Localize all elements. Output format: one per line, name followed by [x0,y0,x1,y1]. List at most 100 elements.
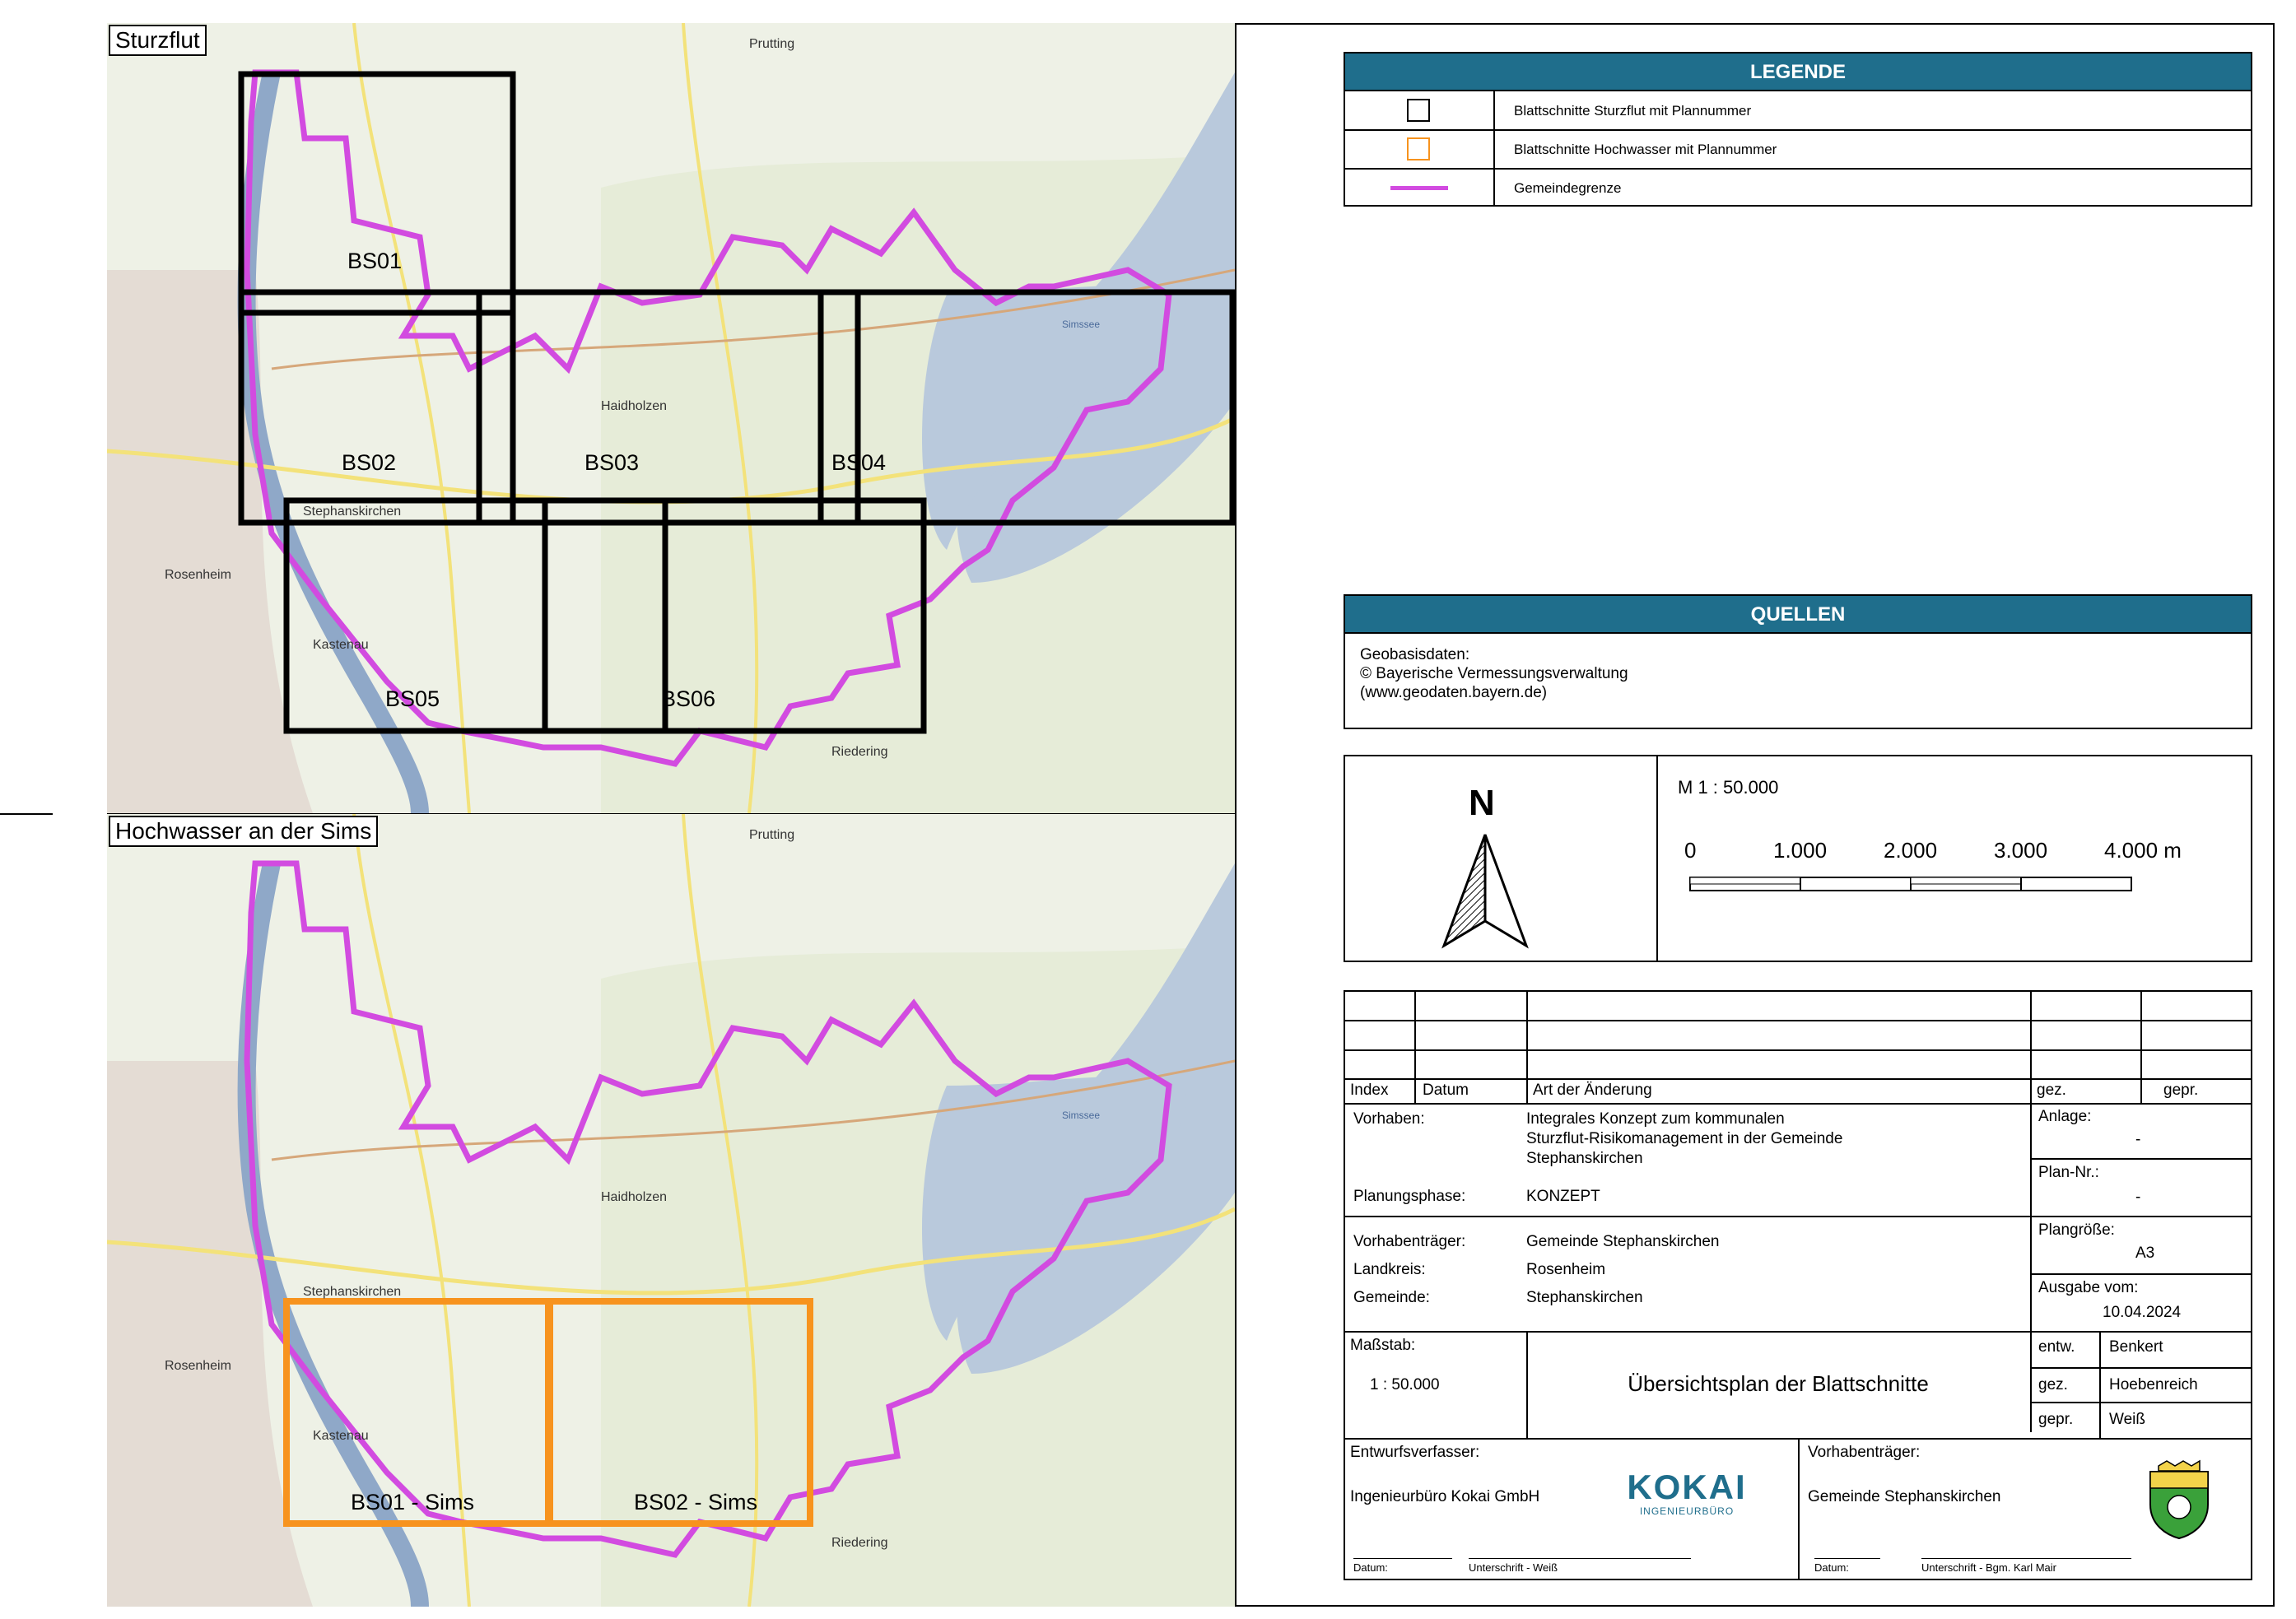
gepr-value: Weiß [2109,1411,2145,1428]
legend-title: LEGENDE [1345,54,2251,91]
scale-tick-label: 4.000 m [2104,838,2182,863]
left-margin-mark [0,813,53,815]
place-label: Prutting [749,828,794,842]
ausgabe-label: Ausgabe vom: [2038,1279,2139,1296]
landkreis-value: Rosenheim [1526,1261,1606,1278]
sources-box: QUELLEN Geobasisdaten: © Bayerische Verm… [1344,594,2252,729]
rev-header-index: Index [1350,1082,1389,1099]
place-label: Prutting [749,37,794,51]
scale-tick-label: 3.000 [1994,838,2048,863]
massstab-value: 1 : 50.000 [1370,1376,1440,1393]
scale-tick-label: 0 [1684,838,1697,863]
gemeinde-label: Gemeinde: [1353,1289,1430,1306]
place-label: Kastenau [313,1429,369,1443]
kokai-logo: KOKAI INGENIEURBÜRO [1617,1468,1757,1518]
place-label: Rosenheim [165,1359,231,1373]
sheet-label-bs02-sims: BS02 - Sims [634,1490,757,1514]
sources-title: QUELLEN [1345,596,2251,634]
scale-tick-label: 2.000 [1884,838,1938,863]
rev-header-gepr: gepr. [2163,1082,2199,1099]
anlage-value: - [2135,1131,2141,1148]
vorhaben-label: Vorhaben: [1353,1110,1425,1128]
sheet-label-bs04: BS04 [831,450,886,475]
sheet-divider [1235,23,1236,1607]
place-label: Simssee [1062,1110,1100,1121]
gemeinde-value: Stephanskirchen [1526,1289,1643,1306]
massstab-label: Maßstab: [1350,1337,1416,1354]
planungsphase-label: Planungsphase: [1353,1188,1466,1205]
sig1-sign-label: Unterschrift - Weiß [1469,1561,1558,1574]
place-label: Haidholzen [601,399,667,413]
plangroesse-label: Plangröße: [2038,1221,2115,1239]
signature-line [1814,1558,1880,1559]
map-title-hochwasser: Hochwasser an der Sims [109,816,379,847]
map-hochwasser: Prutting Rosenheim Kastenau Riedering St… [107,814,1235,1607]
legend-box: LEGENDE Blattschnitte Sturzflut mit Plan… [1344,52,2252,207]
vorhaben-value-line: Sturzflut-Risikomanagement in der Gemein… [1526,1130,1843,1147]
vorhabentraeger-value: Gemeinde Stephanskirchen [1526,1233,1720,1250]
place-label: Rosenheim [165,568,231,582]
gez-label: gez. [2038,1376,2068,1393]
legend-label: Blattschnitte Sturzflut mit Plannummer [1514,103,1752,119]
vorhaben-value-line: Stephanskirchen [1526,1150,1643,1167]
legend-label: Blattschnitte Hochwasser mit Plannummer [1514,142,1777,157]
sources-line: © Bayerische Vermessungsverwaltung [1360,665,1628,682]
sheet-label-bs03: BS03 [584,450,639,475]
signature-line [1469,1558,1691,1559]
place-label: Stephanskirchen [303,1285,401,1299]
sig1-date-label: Datum: [1353,1561,1388,1574]
plangroesse-value: A3 [2135,1244,2155,1262]
kokai-logo-sub: INGENIEURBÜRO [1639,1505,1735,1517]
gepr-label: gepr. [2038,1411,2074,1428]
place-label: Stephanskirchen [303,505,401,519]
title-block: Index Datum Art der Änderung gez. gepr. … [1344,990,2252,1580]
traeger2-label: Vorhabenträger: [1808,1444,1921,1461]
legend-label: Gemeindegrenze [1514,180,1622,196]
vorhabentraeger-label: Vorhabenträger: [1353,1233,1466,1250]
entw-value: Benkert [2109,1338,2163,1356]
entwurfsverfasser-value: Ingenieurbüro Kokai GmbH [1350,1488,1540,1505]
signature-line [1921,1558,2131,1559]
entwurfsverfasser-label: Entwurfsverfasser: [1350,1444,1480,1461]
landkreis-label: Landkreis: [1353,1261,1426,1278]
rev-header-art: Art der Änderung [1533,1082,1652,1099]
north-arrow-icon [1441,834,1529,949]
sheet-label-bs01: BS01 [347,249,402,273]
sheet-label-bs06: BS06 [661,686,715,711]
planungsphase-value: KONZEPT [1526,1188,1600,1205]
scale-bar [1689,877,2132,891]
entw-label: entw. [2038,1338,2075,1356]
legend-symbol-black-square [1407,99,1430,122]
scale-box: N M 1 : 50.000 0 1.000 2.000 3.000 4.000… [1344,755,2252,962]
map-sturzflut: Prutting Rosenheim Kastenau Riedering St… [107,23,1235,814]
legend-symbol-orange-square [1407,137,1430,161]
gez-value: Hoebenreich [2109,1376,2198,1393]
plan-nr-label: Plan-Nr.: [2038,1164,2099,1181]
sources-line: Geobasisdaten: [1360,646,1470,663]
map-title-sturzflut: Sturzflut [109,25,207,56]
rev-header-gez: gez. [2037,1082,2066,1099]
legend-symbol-magenta-line [1390,186,1448,190]
scale-ratio: M 1 : 50.000 [1678,777,1779,798]
map-hochwasser-canvas: Prutting Rosenheim Kastenau Riedering St… [107,814,1235,1607]
sig2-date-label: Datum: [1814,1561,1849,1574]
place-label: Simssee [1062,319,1100,330]
place-label: Haidholzen [601,1190,667,1204]
north-letter: N [1469,783,1495,823]
signature-line [1353,1558,1452,1559]
scale-tick-label: 1.000 [1773,838,1828,863]
plan-nr-value: - [2135,1189,2141,1206]
vorhaben-value-line: Integrales Konzept zum kommunalen [1526,1110,1785,1128]
place-label: Riedering [831,1536,887,1550]
sig2-sign-label: Unterschrift - Bgm. Karl Mair [1921,1561,2056,1574]
place-label: Riedering [831,745,887,759]
rev-header-datum: Datum [1423,1082,1469,1099]
sheet-label-bs05: BS05 [385,686,440,711]
plan-title: Übersichtsplan der Blattschnitte [1628,1371,1929,1396]
map-sturzflut-canvas: Prutting Rosenheim Kastenau Riedering St… [107,23,1235,814]
traeger2-value: Gemeinde Stephanskirchen [1808,1488,2001,1505]
sheet-label-bs01-sims: BS01 - Sims [351,1490,474,1514]
sheet-label-bs02: BS02 [342,450,396,475]
kokai-logo-text: KOKAI [1627,1468,1747,1506]
ausgabe-value: 10.04.2024 [2103,1304,2182,1321]
